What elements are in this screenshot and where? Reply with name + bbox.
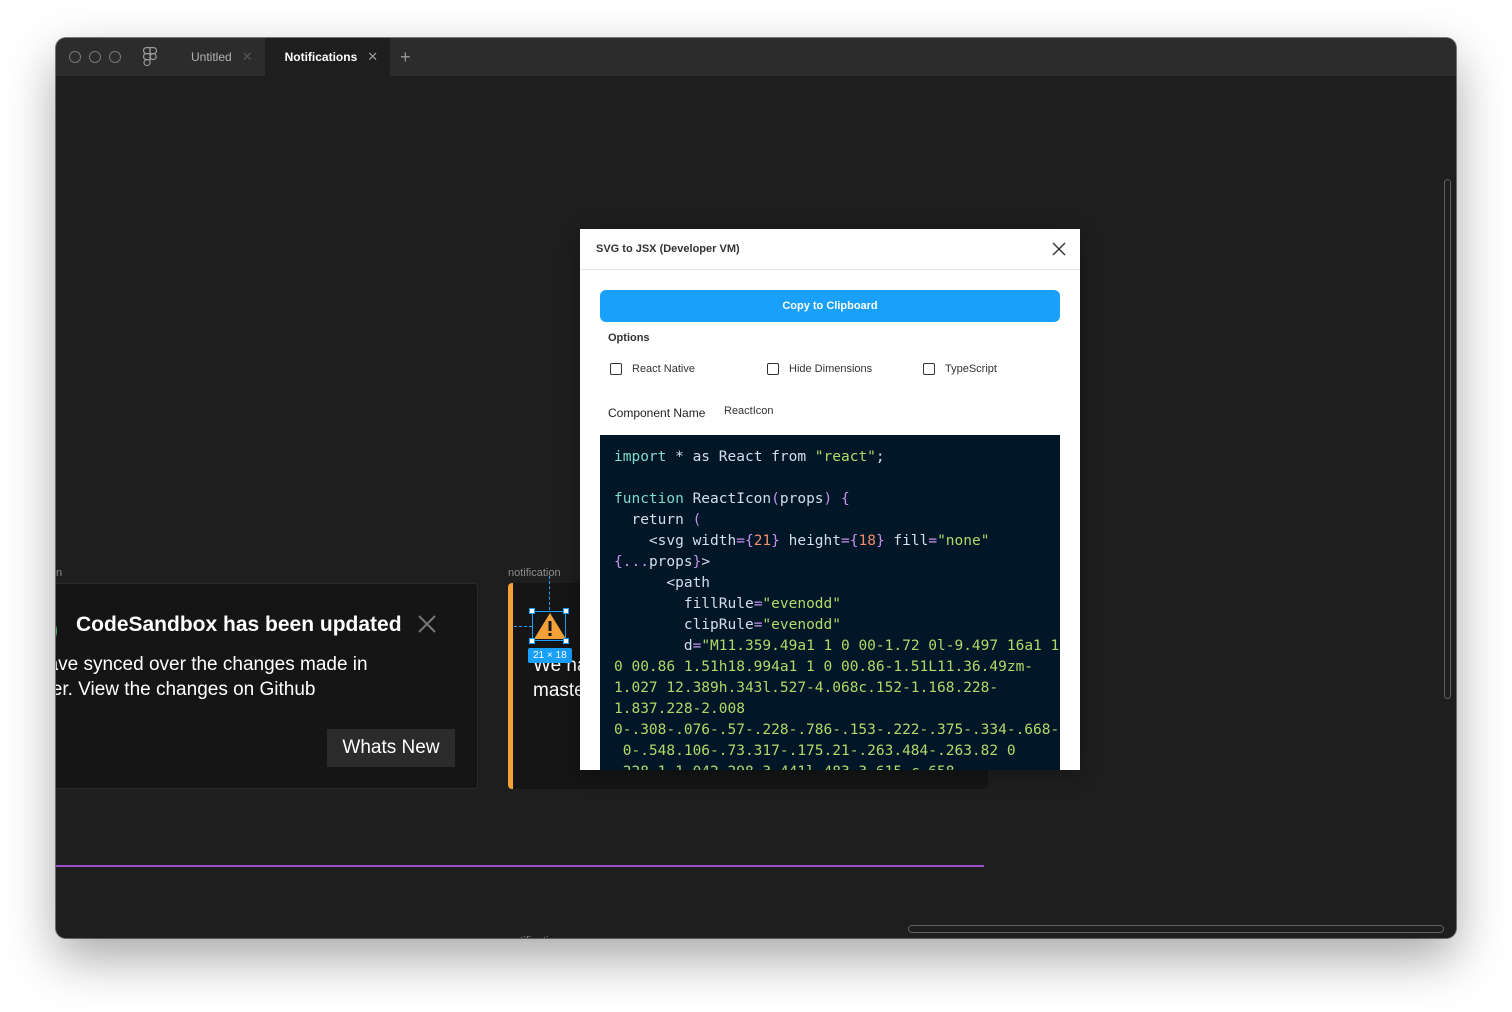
dialog-title: SVG to JSX (Developer VM)	[596, 243, 740, 255]
notification-title: CodeSandbox has been updated	[76, 613, 402, 636]
close-window-button[interactable]	[69, 51, 81, 63]
horizontal-scrollbar[interactable]	[908, 925, 1444, 933]
notification-body: have synced over the changes made in ste…	[56, 652, 457, 702]
frame-label[interactable]: notification	[508, 935, 561, 938]
code-line: 0-.308-.076-.57-.228-.786-.153-.222-.375…	[614, 722, 1060, 738]
body-line: have synced over the changes made in	[56, 654, 368, 675]
figma-logo-icon[interactable]	[143, 47, 157, 67]
vertical-scrollbar[interactable]	[1444, 179, 1451, 699]
option-label: Hide Dimensions	[789, 363, 873, 375]
code-line: <path	[614, 575, 711, 591]
code-line: function ReactIcon(props) {	[614, 491, 850, 507]
react-native-checkbox[interactable]	[610, 363, 622, 375]
options-heading: Options	[608, 332, 650, 344]
new-tab-plus-icon[interactable]: +	[400, 47, 411, 68]
code-line: .228.1.1.042.298.3.441l.483 3.615.c.658	[614, 762, 1060, 770]
typescript-option[interactable]: TypeScript	[923, 363, 997, 375]
frame-label[interactable]: notification	[508, 567, 561, 579]
window-controls	[69, 51, 121, 63]
copy-to-clipboard-button[interactable]: Copy to Clipboard	[600, 290, 1060, 322]
option-label: React Native	[632, 363, 695, 375]
hide-dimensions-option[interactable]: Hide Dimensions	[767, 363, 872, 375]
code-line: <svg width={21} height={18} fill="none"	[614, 533, 990, 549]
dimension-badge: 21 × 18	[528, 648, 572, 663]
resize-handle[interactable]	[563, 608, 569, 614]
dialog-header: SVG to JSX (Developer VM)	[580, 229, 1080, 270]
component-name-input[interactable]	[724, 405, 924, 417]
code-line: 1.027 12.389h.343l.527-4.068c.152-1.168.…	[614, 680, 999, 696]
title-bar: Untitled ✕ Notifications ✕ +	[56, 38, 1456, 76]
frame-label[interactable]: n	[56, 567, 62, 579]
code-line: 0-.548.106-.73.317-.175.21-.263.484-.263…	[614, 743, 1016, 759]
success-icon	[56, 614, 57, 648]
typescript-checkbox[interactable]	[923, 363, 935, 375]
tab-label: Notifications	[284, 50, 358, 64]
tab-label: Untitled	[191, 50, 232, 64]
whats-new-button[interactable]: Whats New	[327, 729, 455, 767]
measure-guide	[549, 576, 550, 610]
close-icon[interactable]	[1052, 242, 1066, 256]
frame-label[interactable]: n	[56, 935, 62, 938]
code-line: fillRule="evenodd"	[614, 596, 841, 612]
component-name-label: Component Name	[608, 406, 706, 420]
code-output[interactable]: import * as React from "react"; function…	[600, 435, 1060, 770]
selection-box[interactable]	[532, 611, 566, 641]
resize-handle[interactable]	[563, 638, 569, 644]
frame-guide-line	[56, 865, 984, 867]
code-line: clipRule="evenodd"	[614, 617, 841, 633]
maximize-window-button[interactable]	[109, 51, 121, 63]
close-tab-icon[interactable]: ✕	[367, 49, 378, 65]
close-icon[interactable]	[417, 614, 437, 634]
body-line: ster. View the changes on Github	[56, 679, 316, 700]
tab-notifications[interactable]: Notifications ✕	[264, 38, 391, 76]
code-line: d="M11.359.49a1 1 0 00-1.72 0l-9.497 16a…	[614, 638, 1060, 654]
hide-dimensions-checkbox[interactable]	[767, 363, 779, 375]
code-line: return (	[614, 512, 702, 528]
react-native-option[interactable]: React Native	[610, 363, 695, 375]
notification-card-codesandbox[interactable]: CodeSandbox has been updated have synced…	[56, 583, 478, 789]
plugin-dialog: SVG to JSX (Developer VM) Copy to Clipbo…	[580, 229, 1080, 770]
code-line: import * as React from "react";	[614, 449, 885, 465]
tab-untitled[interactable]: Untitled ✕	[171, 38, 265, 76]
code-line: {...props}>	[614, 554, 711, 570]
code-line: 0 00.86 1.51h18.994a1 1 0 00.86-1.51L11.…	[614, 659, 1034, 675]
option-label: TypeScript	[945, 363, 997, 375]
resize-handle[interactable]	[529, 638, 535, 644]
minimize-window-button[interactable]	[89, 51, 101, 63]
measure-guide	[514, 626, 532, 627]
close-tab-icon[interactable]: ✕	[242, 49, 253, 65]
code-line: 1.837.228-2.008	[614, 701, 745, 717]
resize-handle[interactable]	[529, 608, 535, 614]
